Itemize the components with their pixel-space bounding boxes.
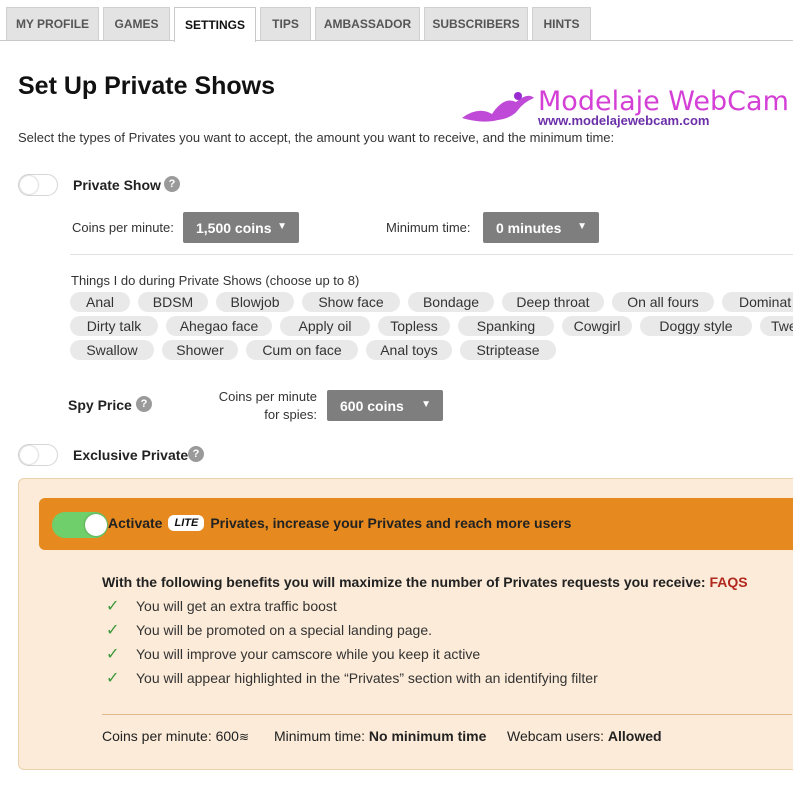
private-show-label: Private Show: [73, 177, 161, 193]
chip-blowjob[interactable]: Blowjob: [216, 292, 294, 312]
coin-icon: ≋: [238, 730, 250, 744]
chip-anal[interactable]: Anal: [70, 292, 130, 312]
check-icon: ✓: [106, 622, 120, 639]
minimum-time-value: 0 minutes: [496, 219, 562, 236]
coins-per-minute-select[interactable]: 1,500 coins ▼: [183, 212, 299, 243]
chip-doggy-style[interactable]: Doggy style: [640, 316, 752, 336]
chip-ahegao-face[interactable]: Ahegao face: [166, 316, 272, 336]
lite-min-time-summary: Minimum time: No minimum time: [274, 728, 486, 744]
lite-webcam-summary: Webcam users: Allowed: [507, 728, 662, 744]
chip-anal-toys[interactable]: Anal toys: [366, 340, 452, 360]
lite-min-label: Minimum time:: [274, 728, 366, 744]
check-icon: ✓: [106, 670, 120, 687]
chip-twe[interactable]: Twe: [760, 316, 793, 336]
chip-spanking[interactable]: Spanking: [458, 316, 554, 336]
benefits-title-text: With the following benefits you will max…: [102, 574, 706, 590]
benefit-text: You will appear highlighted in the “Priv…: [136, 670, 598, 686]
lite-coins-summary: Coins per minute: 600≋: [102, 728, 249, 744]
exclusive-private-toggle[interactable]: [18, 444, 58, 466]
caret-down-icon: ▼: [277, 221, 287, 232]
tab-ambassador[interactable]: AMBASSADOR: [315, 7, 420, 40]
lite-webcam-value: Allowed: [607, 728, 662, 744]
tab-my-profile[interactable]: MY PROFILE: [6, 7, 99, 40]
question-circle-icon[interactable]: ?: [164, 176, 180, 192]
lite-badge: LITE: [168, 515, 205, 531]
chip-cowgirl[interactable]: Cowgirl: [562, 316, 632, 336]
tab-settings[interactable]: SETTINGS: [174, 7, 256, 42]
benefit-item: ✓ You will get an extra traffic boost: [106, 596, 337, 616]
lite-activation-text: Activate LITE Privates, increase your Pr…: [108, 515, 571, 531]
faqs-link[interactable]: FAQS: [709, 574, 747, 590]
toggle-knob: [20, 176, 38, 194]
chip-shower[interactable]: Shower: [162, 340, 238, 360]
question-circle-icon[interactable]: ?: [136, 396, 152, 412]
page-title: Set Up Private Shows: [18, 72, 276, 100]
watermark-logo: Modelaje WebCam www.modelajewebcam.com: [458, 86, 789, 132]
benefit-item: ✓ You will appear highlighted in the “Pr…: [106, 668, 598, 688]
tab-tips[interactable]: TIPS: [260, 7, 311, 40]
lite-min-value: No minimum time: [368, 728, 487, 744]
minimum-time-label: Minimum time:: [386, 220, 471, 235]
coins-per-minute-value: 1,500 coins: [196, 219, 272, 236]
benefits-title: With the following benefits you will max…: [102, 574, 748, 590]
chip-on-all-fours[interactable]: On all fours: [612, 292, 714, 312]
lite-text-after: Privates, increase your Privates and rea…: [210, 515, 572, 531]
benefit-text: You will be promoted on a special landin…: [136, 622, 433, 638]
check-icon: ✓: [106, 646, 120, 663]
chip-bdsm[interactable]: BDSM: [138, 292, 208, 312]
tab-bar: MY PROFILE GAMES SETTINGS TIPS AMBASSADO…: [0, 0, 793, 42]
private-show-toggle[interactable]: [18, 174, 58, 196]
coins-per-minute-label: Coins per minute:: [72, 220, 174, 235]
section-divider: [70, 254, 793, 255]
spy-coins-value: 600 coins: [340, 397, 404, 414]
logo-silhouette-icon: [462, 92, 534, 122]
page-description: Select the types of Privates you want to…: [18, 130, 615, 145]
spy-price-label: Spy Price: [68, 397, 132, 413]
chip-apply-oil[interactable]: Apply oil: [280, 316, 370, 336]
spy-coins-select[interactable]: 600 coins ▼: [327, 390, 443, 421]
promo-divider: [102, 714, 792, 715]
tab-games[interactable]: GAMES: [103, 7, 170, 40]
chip-bondage[interactable]: Bondage: [408, 292, 494, 312]
toggle-knob: [85, 514, 107, 536]
tab-subscribers[interactable]: SUBSCRIBERS: [424, 7, 528, 40]
chip-topless[interactable]: Topless: [378, 316, 450, 336]
exclusive-private-label: Exclusive Private: [73, 447, 189, 463]
benefit-item: ✓ You will improve your camscore while y…: [106, 644, 480, 664]
lite-text-before: Activate: [108, 515, 163, 531]
toggle-knob: [20, 446, 38, 464]
minimum-time-select[interactable]: 0 minutes ▼: [483, 212, 599, 243]
lite-webcam-label: Webcam users:: [507, 728, 604, 744]
tab-hints[interactable]: HINTS: [532, 7, 591, 40]
things-label: Things I do during Private Shows (choose…: [71, 273, 360, 288]
chip-deep-throat[interactable]: Deep throat: [502, 292, 604, 312]
spy-coins-label: Coins per minute for spies:: [218, 389, 317, 422]
chip-dominat[interactable]: Dominat: [722, 292, 793, 312]
caret-down-icon: ▼: [577, 221, 587, 232]
chip-show-face[interactable]: Show face: [302, 292, 400, 312]
chip-cum-on-face[interactable]: Cum on face: [246, 340, 358, 360]
benefit-text: You will get an extra traffic boost: [136, 598, 337, 614]
things-chip-list: Anal BDSM Blowjob Show face Bondage Deep…: [70, 292, 793, 364]
lite-coins-label: Coins per minute:: [102, 728, 212, 744]
chip-striptease[interactable]: Striptease: [460, 340, 556, 360]
chip-swallow[interactable]: Swallow: [70, 340, 154, 360]
check-icon: ✓: [106, 598, 120, 615]
caret-down-icon: ▼: [421, 399, 431, 410]
watermark-url: www.modelajewebcam.com: [538, 113, 710, 128]
chip-dirty-talk[interactable]: Dirty talk: [70, 316, 158, 336]
benefit-item: ✓ You will be promoted on a special land…: [106, 620, 432, 640]
lite-coins-value: 600: [215, 728, 239, 744]
lite-toggle[interactable]: [52, 512, 108, 538]
benefit-text: You will improve your camscore while you…: [136, 646, 481, 662]
question-circle-icon[interactable]: ?: [188, 446, 204, 462]
